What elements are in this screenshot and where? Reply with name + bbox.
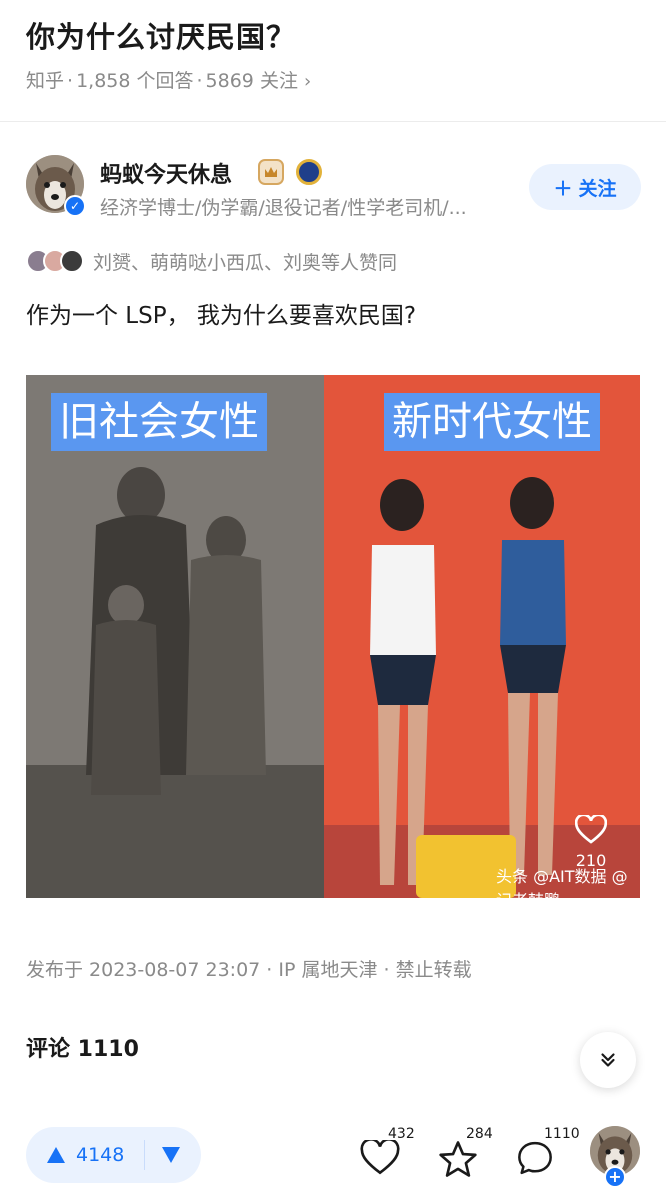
author-bio: 经济学博士/伪学霸/退役记者/性学老司机/... [100,197,467,219]
chevrons-down-icon [601,1053,615,1067]
voter-avatar [60,249,84,273]
downvote-triangle-icon [162,1147,181,1163]
photo-old-society [26,375,324,898]
comment-count: 1110 [544,1126,580,1142]
favorite-button[interactable]: 284 [438,1126,493,1184]
star-icon [439,1141,477,1177]
vote-divider [144,1140,146,1170]
upvote-triangle-icon [47,1147,65,1163]
upvote-button[interactable]: 4148 [26,1144,124,1166]
like-count: 432 [388,1126,415,1142]
verified-check-icon: ✓ [64,195,86,217]
followers-count: 5869 关注 [205,70,298,92]
bottom-action-bar: 4148 432 284 1110 + [0,1100,666,1200]
answer-text: 作为一个 LSP， 我为什么要喜欢民国? [26,303,417,329]
question-title[interactable]: 你为什么讨厌民国？ [26,14,296,56]
like-button[interactable]: 432 [360,1126,415,1184]
crown-badge-icon[interactable] [258,159,284,185]
downvote-button[interactable] [161,1146,181,1164]
answer-image[interactable]: 旧社会女性 新时代女性 210 头条 @AIT数据 @记者韩鹏 [26,375,640,898]
caption-new-era: 新时代女性 [384,393,600,451]
voters-row[interactable]: 刘赟、萌萌哒小西瓜、刘奥等人赞同 [26,246,397,276]
comment-bubble-icon [518,1141,552,1175]
author-row: ✓ 蚂蚁今天休息 经济学博士/伪学霸/退役记者/性学老司机/... ＋ 关注 [26,155,641,221]
comments-title[interactable]: 评论 1110 [26,1031,139,1063]
chevron-right-icon: › [303,71,312,92]
plus-icon: ＋ [553,177,573,200]
voters-text: 刘赟、萌萌哒小西瓜、刘奥等人赞同 [93,251,398,274]
favorite-count: 284 [466,1126,493,1142]
comment-button[interactable]: 1110 [516,1126,580,1184]
caption-old-society: 旧社会女性 [51,393,267,451]
heart-icon [360,1138,400,1175]
publish-info: 发布于 2023-08-07 23:07 · IP 属地天津 · 禁止转载 [26,959,472,981]
follow-label: 关注 [578,177,617,200]
vote-pill: 4148 [26,1127,201,1183]
question-header: 你为什么讨厌民国？ 知乎 · 1,858 个回答 · 5869 关注 › [0,0,666,122]
question-meta[interactable]: 知乎 · 1,858 个回答 · 5869 关注 › [26,66,311,93]
photo-like-button[interactable]: 210 [574,813,608,870]
heart-icon [574,813,608,844]
answers-count: 1,858 个回答 [76,70,194,92]
image-watermark: 头条 @AIT数据 @记者韩鹏 [496,867,628,898]
question-source: 知乎 [26,70,65,92]
medal-badge-icon[interactable] [296,159,322,185]
scroll-down-button[interactable] [580,1032,636,1088]
follow-plus-icon[interactable]: + [604,1166,626,1188]
upvote-count: 4148 [76,1144,125,1166]
author-name[interactable]: 蚂蚁今天休息 [100,157,232,189]
follow-button[interactable]: ＋ 关注 [529,164,641,210]
